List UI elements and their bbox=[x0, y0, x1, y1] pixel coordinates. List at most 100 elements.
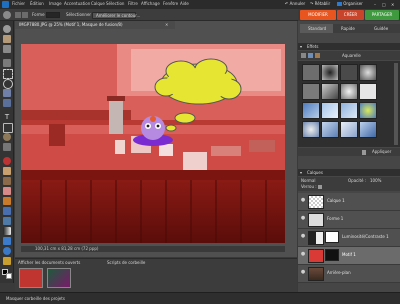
effects-scrollbar[interactable] bbox=[394, 63, 398, 145]
zoom-tool-icon[interactable] bbox=[3, 25, 11, 33]
lock-icon[interactable] bbox=[318, 185, 322, 189]
selectionner-label[interactable]: Sélectionner bbox=[66, 13, 91, 17]
styles-icon[interactable] bbox=[308, 53, 313, 58]
background-color-swatch[interactable] bbox=[6, 273, 12, 279]
organiser-button[interactable]: Organiser bbox=[337, 1, 363, 8]
tab-guidee[interactable]: Guidée bbox=[366, 24, 400, 33]
appliquer-button[interactable]: Appliquer bbox=[372, 150, 391, 154]
menu-filtre[interactable]: Filtre bbox=[128, 2, 138, 6]
sponge-tool-icon[interactable] bbox=[3, 257, 11, 265]
effect-thumbnail[interactable] bbox=[302, 64, 320, 81]
filters-icon[interactable] bbox=[301, 53, 306, 58]
effect-thumbnail[interactable] bbox=[359, 64, 377, 81]
menu-calque[interactable]: Calque bbox=[91, 2, 105, 6]
maximize-icon[interactable]: □ bbox=[382, 2, 388, 7]
layer-row[interactable]: ● Luminosité/Contraste 1 bbox=[298, 229, 400, 247]
layer-name: Motif 1 bbox=[342, 252, 356, 257]
blend-mode-dropdown[interactable]: Normal bbox=[301, 179, 315, 183]
photo-effects-icon[interactable] bbox=[315, 53, 320, 58]
crop-tool-icon[interactable] bbox=[3, 123, 13, 133]
eye-icon[interactable]: ● bbox=[300, 215, 306, 221]
forme-dropdown[interactable] bbox=[46, 12, 60, 18]
menu-accentuation[interactable]: Accentuation bbox=[64, 2, 90, 6]
minimize-icon[interactable]: – bbox=[374, 2, 380, 7]
effect-thumbnail[interactable] bbox=[359, 83, 377, 100]
menu-fichier[interactable]: Fichier bbox=[12, 2, 25, 6]
layer-row-selected[interactable]: ● Motif 1 bbox=[298, 247, 400, 265]
layer-row[interactable]: ● Calque 1 bbox=[298, 193, 400, 211]
document-tab[interactable]: IMGP7880.JPG @ 25% (Motif 1, Masque de f… bbox=[15, 21, 175, 29]
bin-show-label[interactable]: Afficher les documents ouverts bbox=[18, 261, 80, 265]
effect-thumbnail[interactable] bbox=[340, 102, 358, 119]
effect-thumbnail[interactable] bbox=[340, 83, 358, 100]
brush-tool-icon[interactable] bbox=[3, 197, 11, 205]
document-close-icon[interactable]: ✕ bbox=[165, 22, 168, 27]
lasso-tool-icon[interactable] bbox=[3, 79, 13, 89]
layer-row[interactable]: ● Arrière-plan bbox=[298, 265, 400, 283]
healing-brush-tool-icon[interactable] bbox=[3, 167, 11, 175]
shape-tool-icon[interactable] bbox=[3, 237, 11, 245]
opacity-value[interactable]: 100% bbox=[370, 179, 381, 183]
menu-selection[interactable]: Sélection bbox=[106, 2, 124, 6]
selection-add-icon[interactable] bbox=[22, 12, 28, 18]
magic-wand-tool-icon[interactable] bbox=[3, 89, 11, 97]
undo-button[interactable]: ↶ Annuler bbox=[285, 1, 305, 8]
marquee-tool-icon[interactable] bbox=[3, 69, 13, 79]
effect-thumbnail[interactable] bbox=[321, 83, 339, 100]
menu-fenetre[interactable]: Fenêtre bbox=[163, 2, 178, 6]
smart-brush-tool-icon[interactable] bbox=[3, 207, 11, 215]
layers-header[interactable]: ▾ Calques bbox=[298, 169, 400, 176]
status-bar: 100,31 cm x 81,28 cm (72 ppp) bbox=[21, 246, 285, 252]
tab-partager[interactable]: PARTAGER bbox=[365, 10, 399, 20]
effect-thumbnail[interactable] bbox=[359, 102, 377, 119]
effect-thumbnail[interactable] bbox=[302, 102, 320, 119]
selection-brush-tool-icon[interactable] bbox=[3, 99, 11, 107]
effect-thumbnail[interactable] bbox=[340, 121, 358, 138]
ameliorer-contour-button[interactable]: Améliorer le contour... bbox=[92, 12, 140, 19]
clone-stamp-tool-icon[interactable] bbox=[3, 177, 11, 185]
layer-row[interactable]: ● Forme 1 bbox=[298, 211, 400, 229]
effect-thumbnail[interactable] bbox=[321, 102, 339, 119]
eyedropper-tool-icon[interactable] bbox=[3, 45, 11, 53]
bin-scripts-label[interactable]: Scripts de corbeille bbox=[107, 261, 145, 265]
eye-icon[interactable]: ● bbox=[300, 251, 306, 257]
blur-tool-icon[interactable] bbox=[3, 247, 11, 255]
move-tool-icon[interactable] bbox=[3, 59, 11, 67]
menu-aide[interactable]: Aide bbox=[180, 2, 189, 6]
menu-affichage[interactable]: Affichage bbox=[141, 2, 160, 6]
eye-icon[interactable]: ● bbox=[300, 269, 306, 275]
toolbox: T bbox=[0, 21, 14, 283]
image-canvas[interactable] bbox=[21, 44, 285, 243]
effect-thumbnail[interactable] bbox=[302, 83, 320, 100]
tab-modifier[interactable]: MODIFIER bbox=[300, 10, 336, 20]
tab-standard-label: Standard bbox=[308, 26, 327, 31]
gradient-tool-icon[interactable] bbox=[3, 227, 11, 235]
eye-icon[interactable]: ● bbox=[300, 197, 306, 203]
effect-thumbnail[interactable] bbox=[302, 121, 320, 138]
effect-thumbnail[interactable] bbox=[359, 121, 377, 138]
effects-category-value[interactable]: Aquarelle bbox=[342, 54, 361, 58]
selection-new-icon[interactable] bbox=[15, 12, 21, 18]
menu-edition[interactable]: Édition bbox=[30, 2, 44, 6]
effect-thumbnail[interactable] bbox=[340, 64, 358, 81]
effects-header[interactable]: ▾ Effets bbox=[298, 43, 400, 50]
hide-bin-button[interactable]: Masquer corbeille des projets bbox=[6, 297, 65, 301]
menu-image[interactable]: Image bbox=[49, 2, 62, 6]
effect-thumbnail[interactable] bbox=[321, 121, 339, 138]
cookie-cutter-tool-icon[interactable] bbox=[3, 133, 11, 141]
bin-thumbnail[interactable] bbox=[47, 268, 71, 288]
text-tool-icon[interactable]: T bbox=[3, 113, 11, 121]
hand-tool-icon[interactable] bbox=[3, 35, 11, 43]
red-eye-tool-icon[interactable] bbox=[3, 157, 11, 165]
effect-thumbnail[interactable] bbox=[321, 64, 339, 81]
trash-icon[interactable] bbox=[362, 150, 366, 155]
straighten-tool-icon[interactable] bbox=[3, 143, 11, 151]
eraser-tool-icon[interactable] bbox=[3, 187, 11, 195]
eye-icon[interactable]: ● bbox=[300, 233, 306, 239]
undo-icon: ↶ bbox=[285, 1, 289, 6]
paint-bucket-tool-icon[interactable] bbox=[3, 217, 11, 225]
bin-thumbnail[interactable] bbox=[19, 268, 43, 288]
tab-creer[interactable]: CRÉER bbox=[337, 10, 364, 20]
redo-button[interactable]: ↷ Rétablir bbox=[310, 1, 330, 8]
close-icon[interactable]: ✕ bbox=[391, 2, 397, 7]
